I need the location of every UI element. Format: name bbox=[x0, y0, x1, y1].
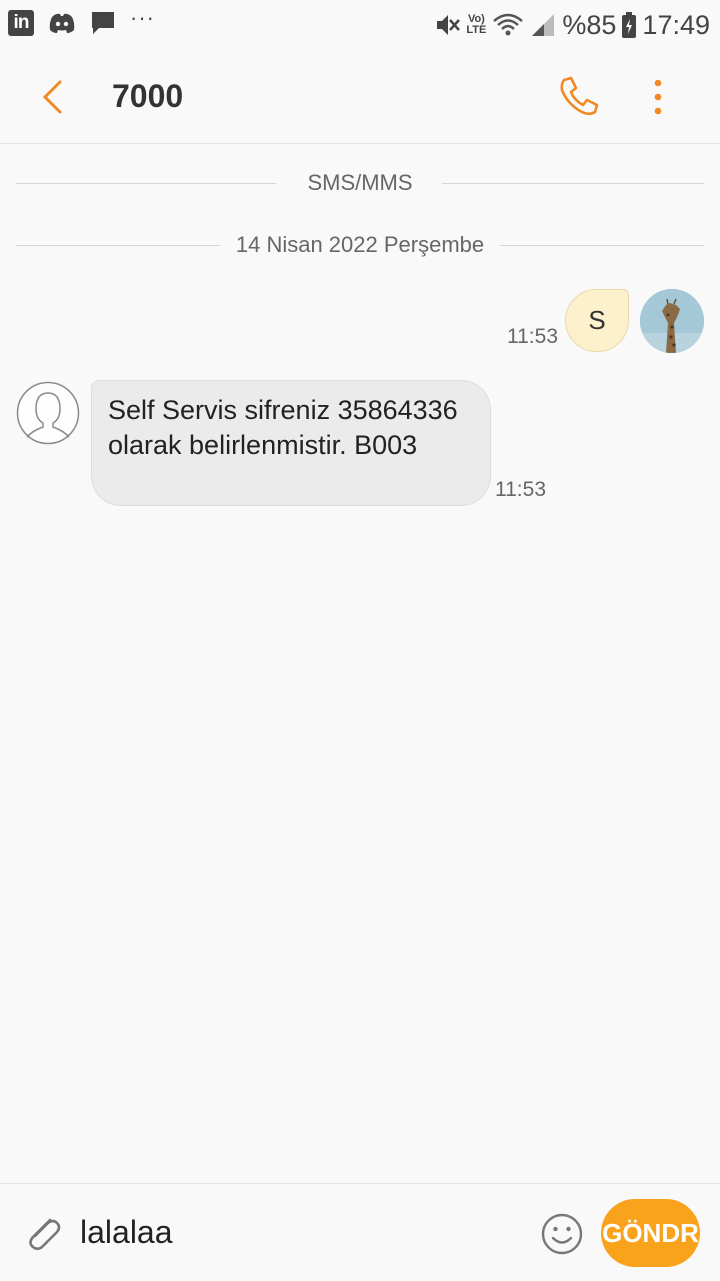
message-input[interactable] bbox=[80, 1206, 520, 1258]
signal-icon bbox=[532, 14, 555, 36]
conversation-header: 7000 bbox=[0, 50, 720, 144]
clock: 17:49 bbox=[642, 9, 710, 40]
more-vertical-icon bbox=[654, 79, 662, 115]
battery-percent: %85 bbox=[562, 9, 617, 40]
chevron-left-icon bbox=[42, 80, 62, 114]
person-placeholder-icon bbox=[16, 381, 80, 445]
volte-indicator: Vo) LTE bbox=[466, 13, 487, 36]
my-avatar bbox=[640, 289, 704, 353]
received-message-time: 11:53 bbox=[495, 478, 546, 501]
paperclip-icon bbox=[29, 1218, 61, 1251]
date-label: 14 Nisan 2022 Perşembe bbox=[219, 232, 501, 257]
sent-message-bubble[interactable]: S bbox=[565, 289, 629, 352]
system-status: Vo) LTE %85 17:49 bbox=[434, 6, 710, 44]
received-message-text: Self Servis sifreniz 35864336 olarak bel… bbox=[108, 395, 458, 460]
more-options-button[interactable] bbox=[638, 74, 678, 120]
giraffe-photo-icon bbox=[640, 289, 704, 353]
sent-message-time: 11:53 bbox=[507, 325, 558, 348]
notification-icons: in ··· bbox=[8, 5, 155, 36]
phone-icon bbox=[560, 76, 599, 116]
received-message-bubble[interactable]: Self Servis sifreniz 35864336 olarak bel… bbox=[91, 380, 491, 506]
linkedin-icon: in bbox=[8, 10, 34, 36]
conversation-title: 7000 bbox=[112, 78, 184, 114]
call-button[interactable] bbox=[556, 74, 602, 120]
more-notifications-icon: ··· bbox=[130, 5, 155, 30]
sent-message-text: S bbox=[588, 305, 606, 335]
channel-divider: SMS/MMS bbox=[16, 163, 704, 203]
contact-avatar[interactable] bbox=[16, 381, 80, 445]
smiley-icon bbox=[541, 1213, 583, 1255]
message-composer: GÖNDR bbox=[0, 1183, 720, 1281]
message-notification-icon bbox=[92, 12, 114, 34]
channel-label: SMS/MMS bbox=[291, 170, 429, 195]
send-button[interactable]: GÖNDR bbox=[601, 1199, 700, 1267]
battery-icon bbox=[622, 12, 637, 38]
mute-icon bbox=[437, 15, 461, 35]
date-divider: 14 Nisan 2022 Perşembe bbox=[16, 225, 704, 265]
discord-icon bbox=[49, 13, 75, 34]
status-bar: in ··· Vo) LTE %85 17:49 bbox=[0, 0, 720, 50]
attach-button[interactable] bbox=[20, 1210, 66, 1256]
wifi-icon bbox=[493, 13, 524, 36]
back-button[interactable] bbox=[30, 74, 76, 120]
emoji-button[interactable] bbox=[540, 1212, 584, 1256]
